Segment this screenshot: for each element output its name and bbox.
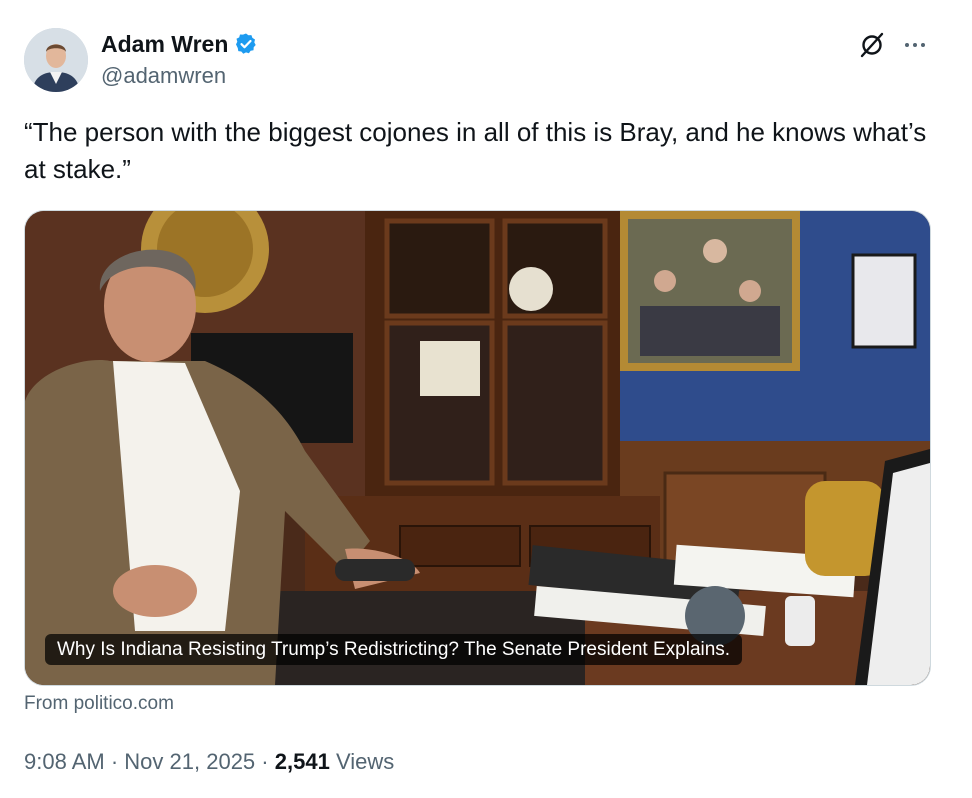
link-source[interactable]: From politico.com xyxy=(24,693,174,715)
link-card-image[interactable]: Why Is Indiana Resisting Trump’s Redistr… xyxy=(24,210,931,686)
author-display-name[interactable]: Adam Wren xyxy=(101,30,228,58)
tweet-date[interactable]: Nov 21, 2025 xyxy=(124,749,255,774)
grok-icon[interactable] xyxy=(857,30,887,60)
office-photo xyxy=(25,211,930,685)
verified-badge-icon xyxy=(234,32,258,56)
meta-separator: · xyxy=(110,749,119,774)
views-label: Views xyxy=(335,749,395,774)
author-handle[interactable]: @adamwren xyxy=(101,63,226,89)
avatar[interactable] xyxy=(24,28,88,92)
avatar-image xyxy=(24,28,88,92)
views-count: 2,541 xyxy=(274,749,330,774)
tweet-text: “The person with the biggest cojones in … xyxy=(24,117,927,184)
meta-separator: · xyxy=(261,749,269,774)
tweet-meta: 9:08 AM · Nov 21, 2025 · 2,541 Views xyxy=(24,748,394,776)
link-card-caption: Why Is Indiana Resisting Trump’s Redistr… xyxy=(45,634,743,665)
more-options-icon[interactable] xyxy=(900,30,930,60)
tweet-time[interactable]: 9:08 AM xyxy=(24,749,105,774)
author-name-row[interactable]: Adam Wren xyxy=(101,30,258,58)
